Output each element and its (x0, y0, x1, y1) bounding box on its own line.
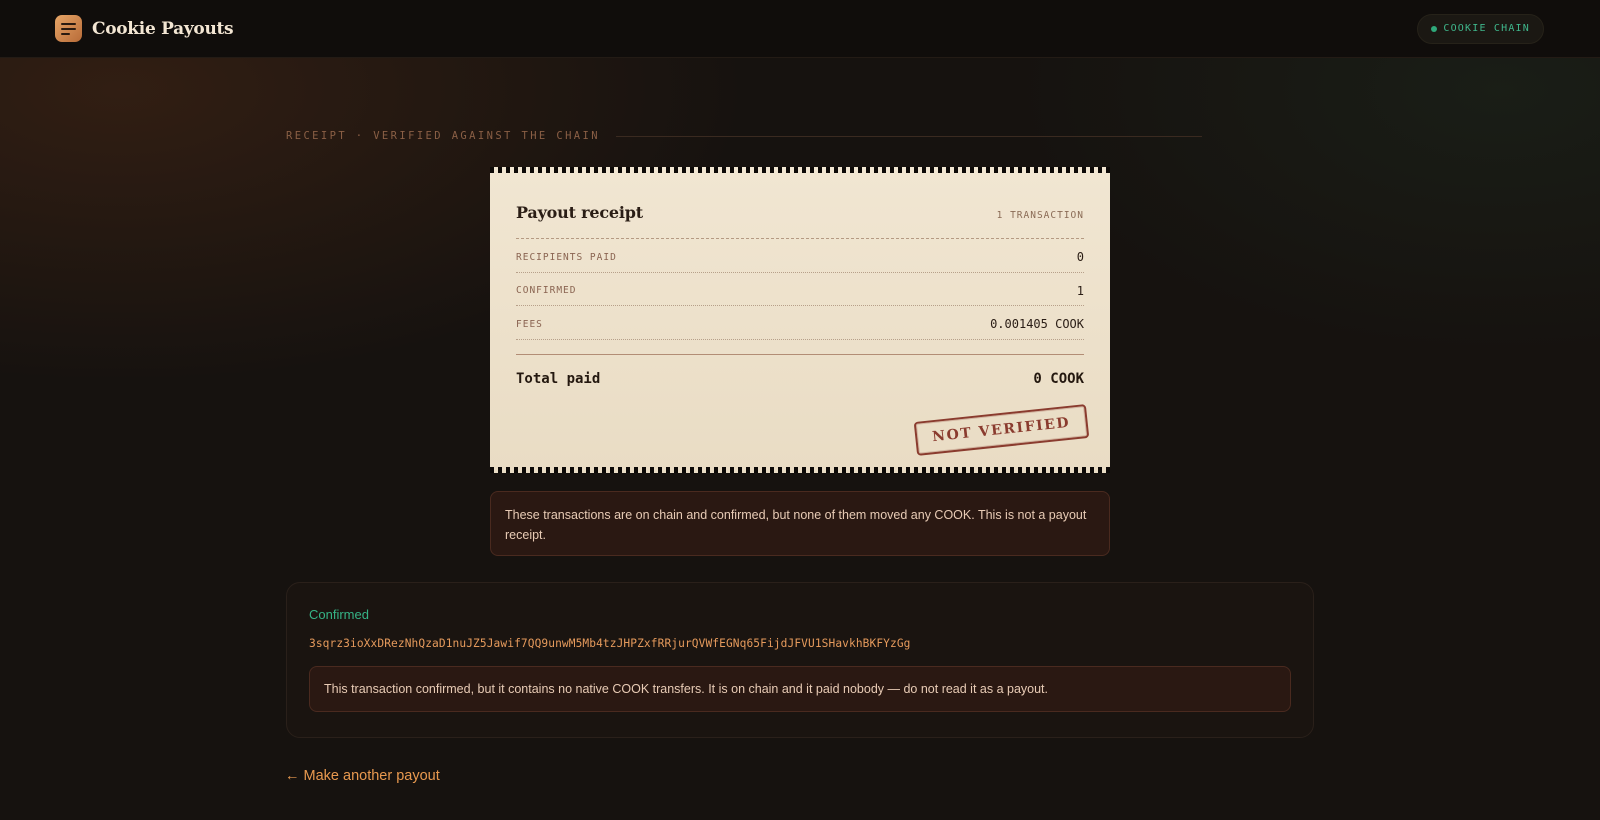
receipt-header: Payout receipt 1 TRANSACTION (516, 167, 1084, 239)
row-label: RECIPIENTS PAID (516, 251, 617, 263)
transaction-count: 1 TRANSACTION (996, 210, 1084, 221)
section-label: RECEIPT · VERIFIED AGAINST THE CHAIN (286, 130, 1202, 142)
section-label-text: RECEIPT · VERIFIED AGAINST THE CHAIN (286, 130, 600, 142)
chain-status-badge: COOKIE CHAIN (1417, 13, 1544, 44)
total-value: 0 COOK (1033, 370, 1084, 387)
not-verified-stamp: NOT VERIFIED (914, 404, 1090, 456)
receipt-warning: These transactions are on chain and conf… (490, 491, 1110, 556)
receipt-total: Total paid 0 COOK (516, 353, 1084, 387)
total-label: Total paid (516, 370, 601, 387)
chain-name: COOKIE CHAIN (1443, 23, 1530, 34)
transaction-warning: This transaction confirmed, but it conta… (309, 666, 1291, 712)
payout-receipt: Payout receipt 1 TRANSACTION RECIPIENTS … (490, 167, 1110, 473)
receipt-row-fees: FEES 0.001405 COOK (516, 306, 1084, 340)
transaction-status: Confirmed (309, 607, 369, 622)
row-label: CONFIRMED (516, 285, 577, 297)
row-value: 0.001405 COOK (990, 317, 1084, 332)
transaction-warning-text: This transaction confirmed, but it conta… (324, 682, 1049, 696)
transaction-hash[interactable]: 3sqrz3ioXxDRezNhQzaD1nuJZ5Jawif7QQ9unwM5… (309, 637, 1291, 650)
receipt-row-confirmed: CONFIRMED 1 (516, 273, 1084, 306)
app-header: Cookie Payouts COOKIE CHAIN (0, 0, 1600, 58)
receipt-row-recipients: RECIPIENTS PAID 0 (516, 239, 1084, 273)
brand[interactable]: Cookie Payouts (55, 15, 234, 42)
receipt-perforation-bottom (490, 467, 1110, 473)
brand-name: Cookie Payouts (92, 18, 234, 39)
row-value: 1 (1076, 283, 1084, 298)
receipt-lines-icon (55, 15, 82, 42)
row-label: FEES (516, 318, 543, 330)
section-divider (615, 135, 1202, 137)
receipt-title: Payout receipt (516, 203, 643, 222)
row-value: 0 (1076, 250, 1084, 265)
make-another-payout-link[interactable]: ← Make another payout (285, 768, 440, 784)
status-dot-icon (1431, 25, 1438, 32)
transaction-card: Confirmed 3sqrz3ioXxDRezNhQzaD1nuJZ5Jawi… (286, 582, 1314, 738)
receipt-perforation-top (490, 167, 1110, 173)
